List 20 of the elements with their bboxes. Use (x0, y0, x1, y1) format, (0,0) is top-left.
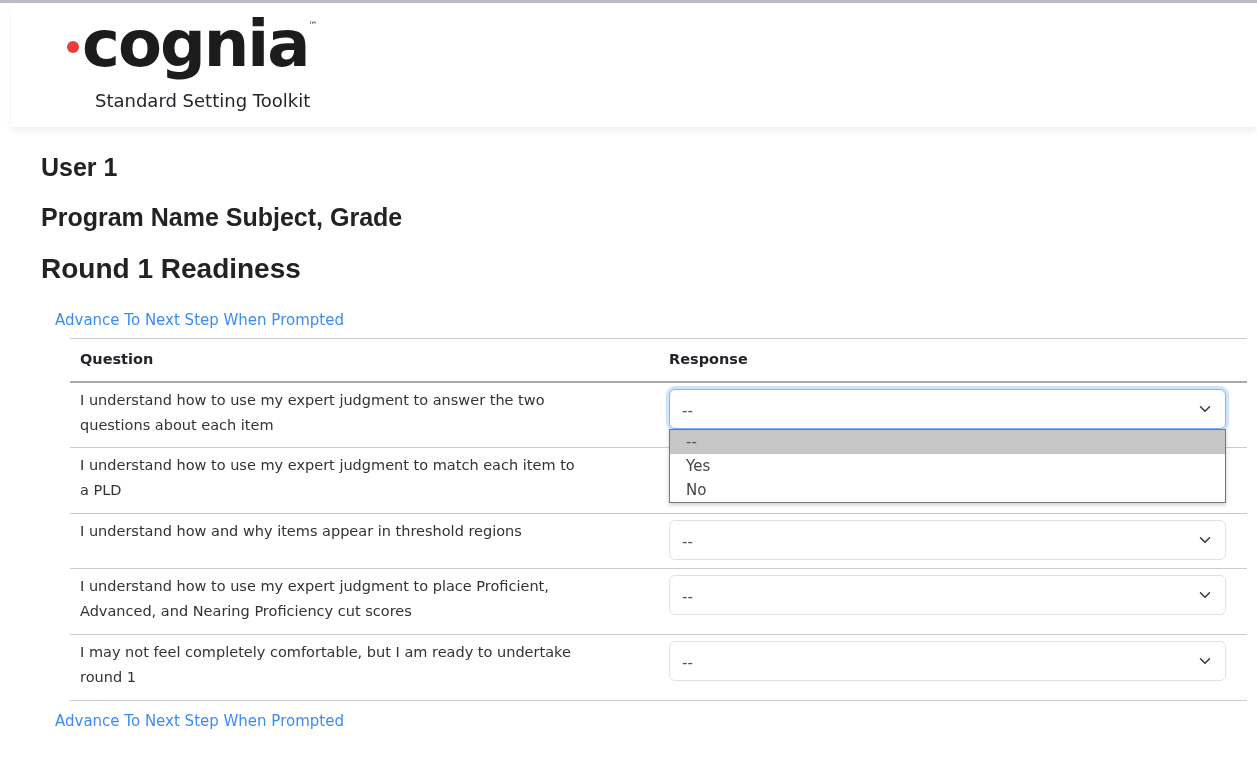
dropdown-option[interactable]: -- (670, 429, 1225, 454)
response-select[interactable]: -- (669, 388, 1226, 429)
subtitle: Standard Setting Toolkit (95, 89, 312, 113)
question-text: I understand how to use my expert judgment to place Proficient, Advanced, and Nearing Proficiency cut scores (80, 577, 550, 622)
response-select[interactable]: -- (669, 575, 1226, 616)
trademark: ™ (308, 19, 318, 32)
column-header: Question (80, 351, 154, 367)
column-header: Response (669, 351, 748, 367)
page-heading: Round 1 Readiness (41, 252, 302, 286)
dropdown-option[interactable]: No (670, 477, 1225, 502)
page-heading: User 1 (41, 152, 119, 183)
question-text: I understand how to use my expert judgment to match each item to a PLD (80, 456, 576, 501)
question-text: I may not feel completely comfortable, but I am ready to undertake round 1 (80, 643, 572, 688)
response-select[interactable]: -- (669, 520, 1226, 561)
question-text: I understand how and why items appear in threshold regions (80, 522, 522, 542)
response-select[interactable]: -- (669, 641, 1226, 682)
logo-dot-icon (67, 41, 79, 53)
dropdown-option[interactable]: Yes (670, 453, 1225, 478)
question-text: I understand how to use my expert judgment to answer the two questions about each item (80, 390, 546, 435)
page-heading: Program Name Subject, Grade (41, 201, 404, 233)
